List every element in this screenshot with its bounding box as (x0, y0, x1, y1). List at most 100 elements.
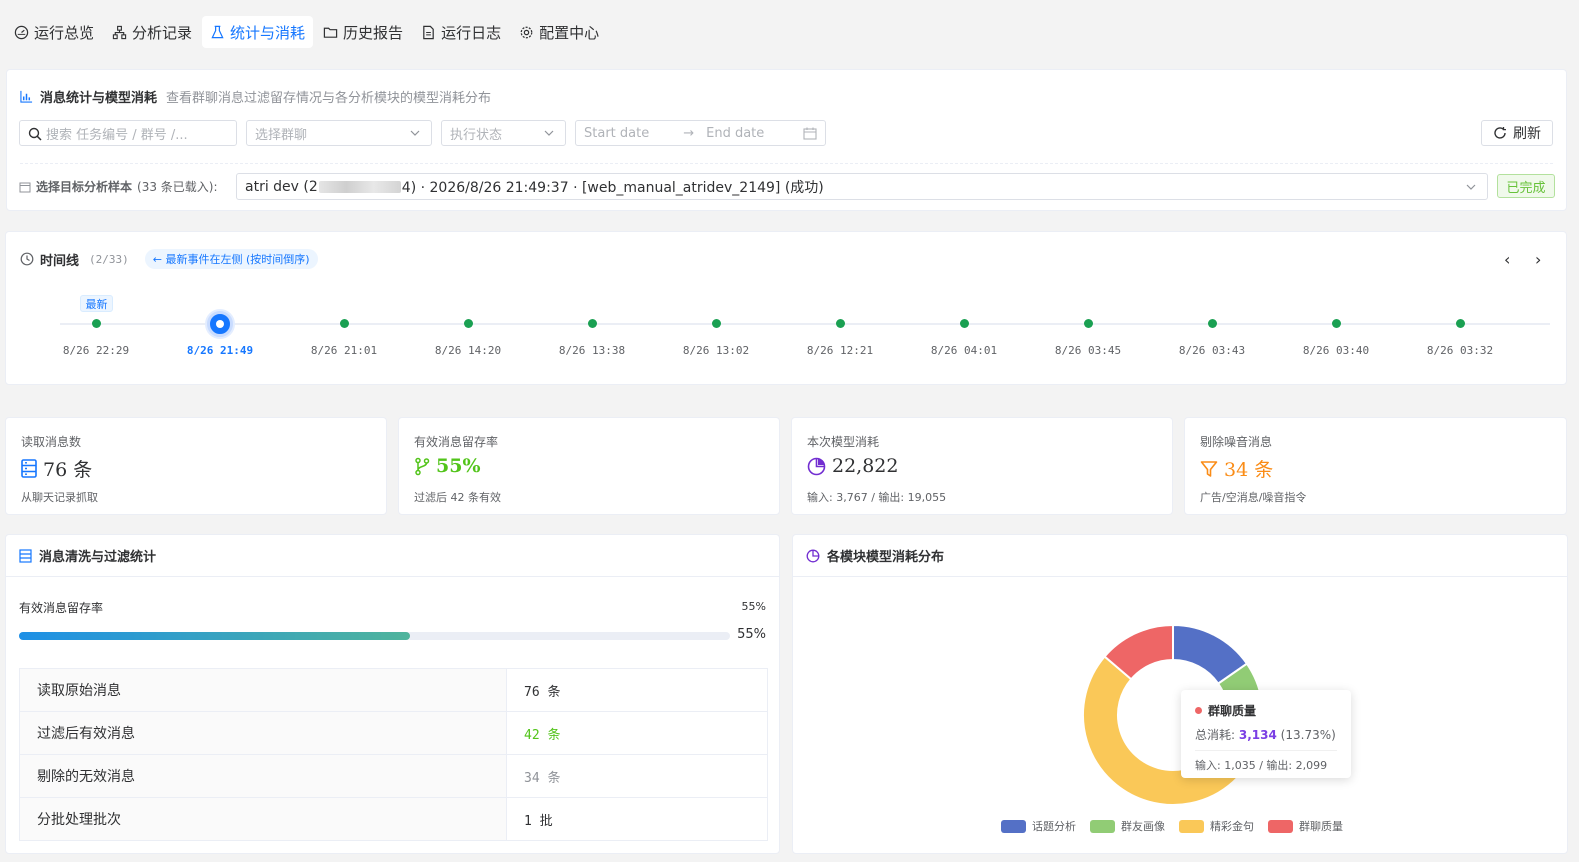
stat-value-text: 34 条 (1224, 459, 1274, 481)
pie-chart-icon (807, 457, 826, 475)
timeline-event-label[interactable]: 8/26 04:01 (919, 344, 1009, 357)
table-cell-key: 分批处理批次 (19, 797, 507, 841)
timeline-event-dot[interactable] (91, 319, 101, 328)
table-row: 分批处理批次 1 批 (19, 797, 768, 841)
tooltip-percent: (13.73%) (1280, 728, 1336, 742)
table-cell-value: 42 条 (506, 711, 768, 755)
timeline-event-dot[interactable] (1455, 319, 1465, 328)
timeline-event-dot[interactable] (711, 319, 721, 328)
tooltip-series-name: 群聊质量 (1208, 704, 1257, 718)
sample-label-text: 选择目标分析样本 (36, 180, 133, 194)
stat-value: 22,822 (807, 455, 898, 477)
timeline-event-dot[interactable] (339, 319, 349, 328)
tab-label: 历史报告 (343, 23, 404, 42)
stat-subtitle: 过滤后 42 条有效 (414, 491, 501, 504)
search-input[interactable]: 搜索 任务编号 / 群号 /... (19, 120, 237, 146)
tooltip-total: 总消耗: 3,134 (13.73%) (1195, 726, 1337, 751)
sample-value-prefix: atri dev (2 (245, 178, 318, 195)
timeline-event-label[interactable]: 8/26 03:43 (1167, 344, 1257, 357)
timeline-event-dot[interactable] (1083, 319, 1093, 328)
legend-item[interactable]: 群聊质量 (1268, 818, 1343, 834)
tab-label: 运行日志 (441, 23, 502, 42)
timeline-event-dot[interactable] (587, 319, 597, 328)
end-date-input[interactable]: End date (706, 126, 764, 141)
tab-records[interactable]: 分析记录 (104, 16, 201, 48)
timeline-track (60, 323, 1550, 325)
timeline-count: (2/33) (89, 252, 129, 266)
status-select[interactable]: 执行状态 (441, 120, 566, 146)
timeline-event-label[interactable]: 8/26 13:02 (671, 344, 761, 357)
consumption-panel: 各模块模型消耗分布 群聊质量 总消耗: 3,134 (13.73%) 输入: 1… (792, 534, 1568, 854)
chevron-down-icon (544, 130, 554, 136)
timeline-card: 时间线 (2/33) ← 最新事件在左侧 (按时间倒序) ‹ › 最新 8/26… (5, 231, 1567, 385)
stat-value: 76 条 (21, 455, 92, 482)
timeline-event-label[interactable]: 8/26 14:20 (423, 344, 513, 357)
status-badge: 已完成 (1497, 174, 1555, 198)
timeline-event-dot[interactable] (835, 319, 845, 328)
dashboard-icon (14, 25, 29, 39)
group-select-placeholder: 选择群聊 (255, 127, 308, 143)
stat-card-retention: 有效消息留存率 55% 过滤后 42 条有效 (398, 417, 780, 515)
legend-item[interactable]: 群友画像 (1090, 818, 1165, 834)
chevron-down-icon (410, 130, 420, 136)
tooltip-title: 群聊质量 (1195, 702, 1337, 719)
timeline-event-label[interactable]: 8/26 21:49 (175, 344, 265, 357)
timeline-event-dot[interactable] (1207, 319, 1217, 328)
timeline-event-label[interactable]: 8/26 13:38 (547, 344, 637, 357)
timeline-next-button[interactable]: › (1535, 250, 1541, 269)
timeline-event-dot[interactable] (463, 319, 473, 328)
timeline-event-dot[interactable] (1331, 319, 1341, 328)
stat-subtitle: 输入: 3,767 / 输出: 19,055 (807, 491, 947, 504)
chart-tooltip: 群聊质量 总消耗: 3,134 (13.73%) 输入: 1,035 / 输出:… (1181, 690, 1351, 778)
legend-label: 精彩金句 (1210, 820, 1254, 833)
tab-stats[interactable]: 统计与消耗 (202, 16, 314, 48)
timeline-prev-button[interactable]: ‹ (1504, 250, 1510, 269)
timeline-event-dot[interactable] (207, 311, 233, 337)
timeline-event-label[interactable]: 8/26 21:01 (299, 344, 389, 357)
tab-label: 配置中心 (539, 23, 600, 42)
page-description: 查看群聊消息过滤留存情况与各分析模块的模型消耗分布 (166, 91, 492, 106)
status-select-placeholder: 执行状态 (450, 127, 503, 143)
stat-card-messages: 读取消息数 76 条 从聊天记录抓取 (5, 417, 387, 515)
branch-icon (415, 457, 430, 475)
retention-value: 55% (737, 627, 766, 642)
table-cell-key: 剔除的无效消息 (19, 754, 507, 798)
timeline-event-label[interactable]: 8/26 03:32 (1415, 344, 1505, 357)
tab-history[interactable]: 历史报告 (315, 16, 412, 48)
legend-item[interactable]: 精彩金句 (1179, 818, 1254, 834)
timeline-event-dot[interactable] (959, 319, 969, 328)
legend-label: 话题分析 (1032, 820, 1076, 833)
calendar-icon (803, 127, 817, 140)
table-cell-key: 读取原始消息 (19, 668, 507, 712)
tooltip-total-label: 总消耗: (1195, 728, 1236, 742)
retention-progress-bar (19, 632, 730, 640)
table-cell-value: 1 批 (506, 797, 768, 841)
tab-overview[interactable]: 运行总览 (6, 16, 103, 48)
start-date-input[interactable]: Start date (584, 126, 649, 141)
stat-value-text: 76 条 (43, 459, 93, 481)
tab-logs[interactable]: 运行日志 (413, 16, 510, 48)
timeline-event-label[interactable]: 8/26 22:29 (51, 344, 141, 357)
tab-config[interactable]: 配置中心 (511, 16, 608, 48)
filter-header-card: 消息统计与模型消耗 查看群聊消息过滤留存情况与各分析模块的模型消耗分布 搜索 任… (6, 69, 1567, 211)
group-select[interactable]: 选择群聊 (246, 120, 432, 146)
sample-value-suffix: 4) · 2026/8/26 21:49:37 · [web_manual_at… (401, 179, 824, 196)
stat-card-noise: 剔除噪音消息 34 条 广告/空消息/噪音指令 (1184, 417, 1567, 515)
stat-label: 本次模型消耗 (807, 435, 880, 449)
timeline-event-label[interactable]: 8/26 12:21 (795, 344, 885, 357)
timeline-title: 时间线 (40, 253, 80, 269)
table-cell-value: 76 条 (506, 668, 768, 712)
sample-select[interactable]: atri dev (2 4) · 2026/8/26 21:49:37 · [w… (236, 173, 1488, 200)
legend-item[interactable]: 话题分析 (1001, 818, 1076, 834)
timeline-event-label[interactable]: 8/26 03:40 (1291, 344, 1381, 357)
clock-icon (20, 252, 34, 266)
refresh-button[interactable]: 刷新 (1481, 120, 1553, 146)
timeline-event-label[interactable]: 8/26 03:45 (1043, 344, 1133, 357)
search-icon (28, 127, 42, 141)
pie-chart-icon (806, 549, 820, 562)
chevron-down-icon (1466, 184, 1476, 190)
date-range-picker[interactable]: Start date → End date (575, 120, 826, 146)
list-icon (19, 548, 32, 563)
panel-header: 消息清洗与过滤统计 (6, 535, 779, 577)
file-icon (423, 25, 434, 39)
